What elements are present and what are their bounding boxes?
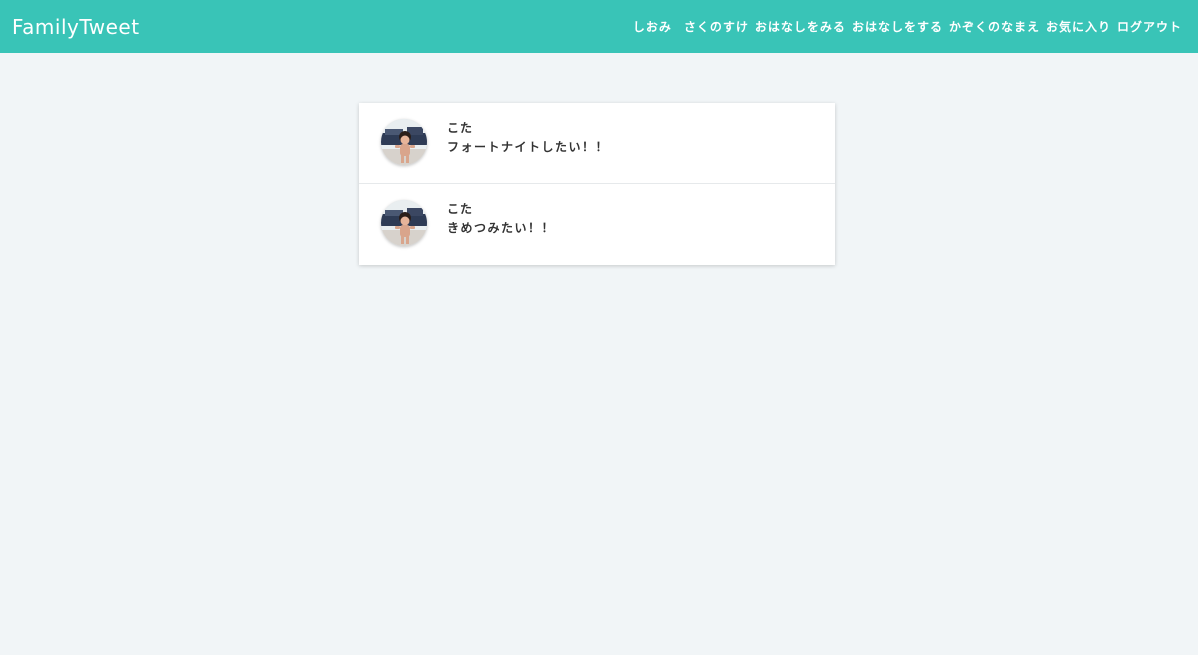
nav-links: しおみ さくのすけ おはなしをみる おはなしをする かぞくのなまえ お気に入り … <box>633 18 1182 35</box>
tweet-feed: こた フォートナイトしたい！！ こた きめつみたい！！ <box>359 103 835 265</box>
avatar-photo <box>381 119 427 165</box>
nav-link-favorites[interactable]: お気に入り <box>1046 18 1111 35</box>
tweet-author[interactable]: こた <box>447 120 609 136</box>
tweet-text: きめつみたい！！ <box>447 221 556 235</box>
avatar-photo <box>381 200 427 246</box>
avatar[interactable] <box>381 200 427 246</box>
brand-logo[interactable]: FamilyTweet <box>12 15 140 39</box>
avatar[interactable] <box>381 119 427 165</box>
tweet-body: こた フォートナイトしたい！！ <box>447 117 609 155</box>
tweet-item[interactable]: こた きめつみたい！！ <box>359 184 835 265</box>
nav-link-logout[interactable]: ログアウト <box>1117 18 1182 35</box>
tweet-item[interactable]: こた フォートナイトしたい！！ <box>359 103 835 184</box>
nav-link-view-stories[interactable]: おはなしをみる <box>755 18 846 35</box>
nav-link-post-story[interactable]: おはなしをする <box>852 18 943 35</box>
tweet-body: こた きめつみたい！！ <box>447 198 555 236</box>
nav-user-name[interactable]: しおみ <box>633 18 672 35</box>
nav-link-sakunosuke[interactable]: さくのすけ <box>684 18 749 35</box>
navbar: FamilyTweet しおみ さくのすけ おはなしをみる おはなしをする かぞ… <box>0 0 1198 53</box>
tweet-author[interactable]: こた <box>447 201 555 217</box>
tweet-text: フォートナイトしたい！！ <box>447 140 610 154</box>
nav-link-family-names[interactable]: かぞくのなまえ <box>949 18 1040 35</box>
